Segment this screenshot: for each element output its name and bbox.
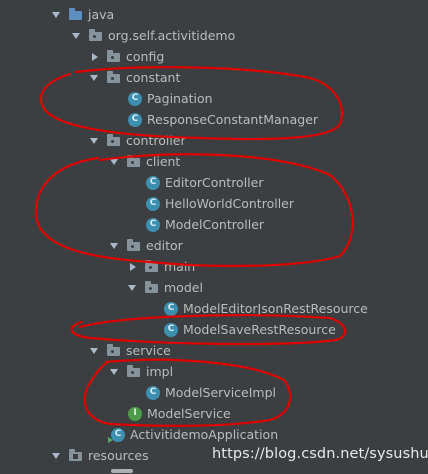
annotation-circle-service bbox=[83, 358, 292, 427]
annotation-circle-client bbox=[34, 153, 354, 268]
annotation-circle-constant bbox=[39, 66, 343, 141]
annotation-circle-model-save bbox=[70, 314, 347, 346]
red-annotation-layer bbox=[34, 66, 354, 427]
project-tree-panel: { "tree": { "java": "java", "package": "… bbox=[0, 0, 428, 474]
